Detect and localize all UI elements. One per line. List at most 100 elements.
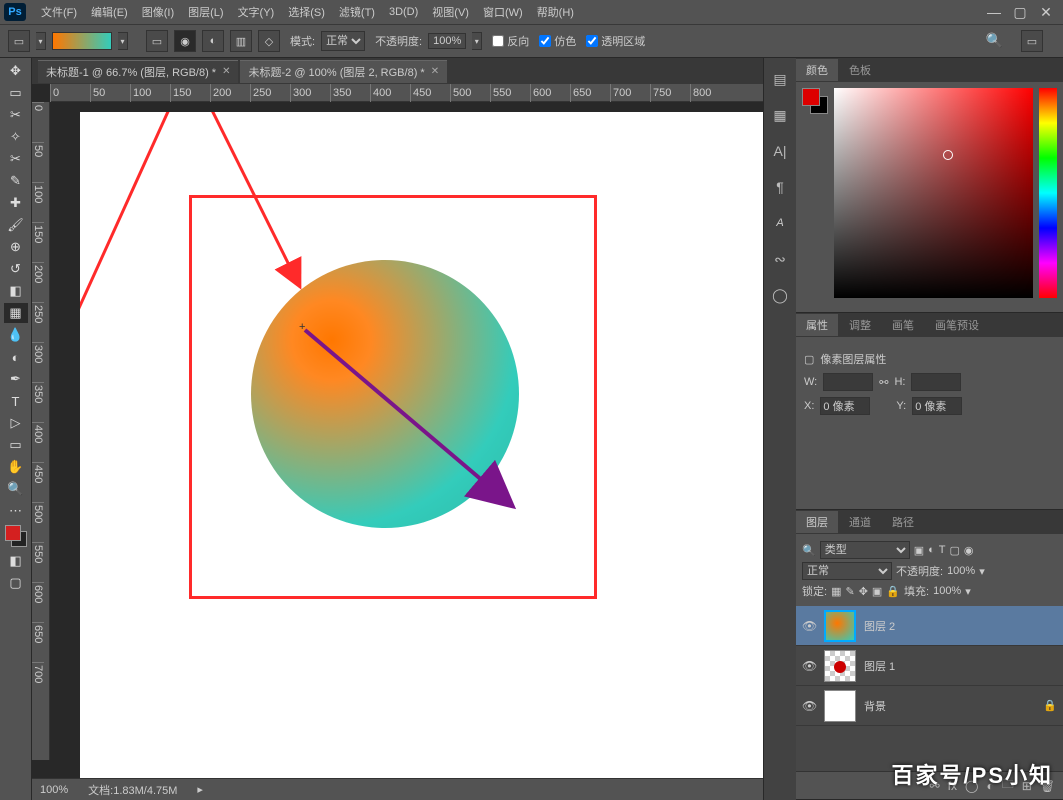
gradient-linear-button[interactable]: ▭	[146, 30, 168, 52]
lock-icon[interactable]: 🔒	[886, 585, 900, 598]
info-icon[interactable]: ∾	[769, 248, 791, 270]
healing-tool[interactable]: ✚	[4, 193, 28, 213]
mode-select[interactable]: 正常	[321, 31, 365, 51]
dither-checkbox[interactable]	[539, 35, 551, 47]
layer-name[interactable]: 图层 2	[864, 618, 895, 634]
menu-view[interactable]: 视图(V)	[425, 4, 476, 20]
eraser-tool[interactable]: ◧	[4, 281, 28, 301]
move-tool[interactable]: ✥	[4, 61, 28, 81]
hue-slider[interactable]	[1039, 88, 1057, 298]
close-icon[interactable]: ✕	[1039, 4, 1053, 21]
gradient-tool[interactable]: ▦	[4, 303, 28, 323]
brushpreset-tab[interactable]: 画笔预设	[925, 314, 989, 336]
transparency-checkbox[interactable]	[586, 35, 598, 47]
lock-icon[interactable]: ✎	[845, 585, 854, 598]
doc-tab-2[interactable]: 未标题-2 @ 100% (图层 2, RGB/8) *✕	[240, 60, 447, 83]
shape-tool[interactable]: ▭	[4, 435, 28, 455]
filter-icon[interactable]: ▣	[914, 544, 924, 557]
menu-image[interactable]: 图像(I)	[135, 4, 181, 20]
gradient-radial-button[interactable]: ◉	[174, 30, 196, 52]
char-icon[interactable]: A|	[769, 140, 791, 162]
layer-opacity-value[interactable]: 100%	[947, 565, 975, 577]
tab-close-icon[interactable]: ✕	[431, 66, 439, 77]
zoom-display[interactable]: 100%	[40, 784, 68, 796]
blur-tool[interactable]: 💧	[4, 325, 28, 345]
nav-icon[interactable]: ◯	[769, 284, 791, 306]
opacity-value[interactable]: 100%	[428, 33, 466, 49]
quickmask-tool[interactable]: ◧	[4, 551, 28, 571]
tab-close-icon[interactable]: ✕	[222, 66, 230, 77]
lasso-tool[interactable]: ✂	[4, 105, 28, 125]
stamp-tool[interactable]: ⊕	[4, 237, 28, 257]
more-tools[interactable]: ⋯	[4, 501, 28, 521]
layer-thumb[interactable]	[824, 610, 856, 642]
menu-select[interactable]: 选择(S)	[281, 4, 332, 20]
visibility-icon[interactable]: 👁	[802, 619, 816, 633]
x-input[interactable]	[820, 397, 870, 415]
foreground-color-swatch[interactable]	[5, 525, 21, 541]
history-icon[interactable]: ▤	[769, 68, 791, 90]
color-tab[interactable]: 颜色	[796, 59, 838, 81]
opacity-dropdown[interactable]: ▾	[472, 32, 482, 50]
layer-thumb[interactable]	[824, 650, 856, 682]
menu-layer[interactable]: 图层(L)	[181, 4, 230, 20]
gradient-preview[interactable]	[52, 32, 112, 50]
marquee-tool[interactable]: ▭	[4, 83, 28, 103]
menu-help[interactable]: 帮助(H)	[530, 4, 581, 20]
lock-icon[interactable]: ▦	[831, 585, 841, 598]
link-icon[interactable]: ⚯	[879, 376, 888, 389]
path-select-tool[interactable]: ▷	[4, 413, 28, 433]
layer-row[interactable]: 👁 图层 2	[796, 606, 1063, 646]
gradient-diamond-button[interactable]: ◇	[258, 30, 280, 52]
visibility-icon[interactable]: 👁	[802, 699, 816, 713]
swatches-tab[interactable]: 色板	[839, 59, 881, 81]
adjust-tab[interactable]: 调整	[839, 314, 881, 336]
lock-icon[interactable]: ✥	[859, 585, 868, 598]
filter-icon[interactable]: ▢	[950, 544, 960, 557]
filter-icon[interactable]: ◐	[928, 544, 935, 556]
search-icon[interactable]: 🔍	[986, 32, 1003, 49]
color-fg-swatch[interactable]	[802, 88, 820, 106]
layer-row[interactable]: 👁 背景 🔒	[796, 686, 1063, 726]
channels-tab[interactable]: 通道	[839, 511, 881, 533]
paths-tab[interactable]: 路径	[882, 511, 924, 533]
minimize-icon[interactable]: —	[987, 4, 1001, 21]
props-tab[interactable]: 属性	[796, 314, 838, 336]
tool-preset-button[interactable]: ▭	[8, 30, 30, 52]
canvas[interactable]: +	[80, 112, 763, 778]
tool-preset-dropdown[interactable]: ▾	[36, 32, 46, 50]
wand-tool[interactable]: ✧	[4, 127, 28, 147]
w-input[interactable]	[823, 373, 873, 391]
layer-name[interactable]: 背景	[864, 698, 886, 714]
history-brush-tool[interactable]: ↺	[4, 259, 28, 279]
workspace-button[interactable]: ▭	[1021, 30, 1043, 52]
gradient-reflected-button[interactable]: ▥	[230, 30, 252, 52]
dodge-tool[interactable]: ◐	[4, 347, 28, 367]
menu-filter[interactable]: 滤镜(T)	[332, 4, 382, 20]
filter-icon[interactable]: ◉	[964, 544, 974, 557]
brush-tool[interactable]: 🖌	[4, 215, 28, 235]
glyph-icon[interactable]: A	[769, 212, 791, 234]
para-icon[interactable]: ¶	[769, 176, 791, 198]
color-field[interactable]	[834, 88, 1033, 298]
zoom-tool[interactable]: 🔍	[4, 479, 28, 499]
menu-edit[interactable]: 编辑(E)	[84, 4, 135, 20]
layer-row[interactable]: 👁 图层 1	[796, 646, 1063, 686]
gradient-dropdown[interactable]: ▾	[118, 32, 128, 50]
layer-name[interactable]: 图层 1	[864, 658, 895, 674]
layers-tab[interactable]: 图层	[796, 511, 838, 533]
actions-icon[interactable]: ▦	[769, 104, 791, 126]
maximize-icon[interactable]: ▢	[1013, 4, 1027, 21]
fill-value[interactable]: 100%	[933, 585, 961, 597]
hand-tool[interactable]: ✋	[4, 457, 28, 477]
screenmode-tool[interactable]: ▢	[4, 573, 28, 593]
visibility-icon[interactable]: 👁	[802, 659, 816, 673]
y-input[interactable]	[912, 397, 962, 415]
h-input[interactable]	[911, 373, 961, 391]
menu-type[interactable]: 文字(Y)	[231, 4, 282, 20]
filter-icon[interactable]: T	[939, 544, 946, 556]
brush-tab[interactable]: 画笔	[882, 314, 924, 336]
filter-kind-select[interactable]: 类型	[820, 541, 910, 559]
menu-file[interactable]: 文件(F)	[34, 4, 84, 20]
menu-3d[interactable]: 3D(D)	[382, 6, 425, 18]
